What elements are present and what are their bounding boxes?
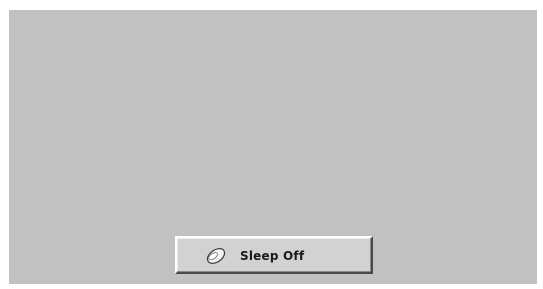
sleep-off-label: Sleep Off <box>240 249 305 263</box>
sleep-off-button[interactable]: Sleep Off <box>175 236 373 274</box>
moon-icon <box>205 245 227 267</box>
tv-screen-area: Sleep Off <box>9 10 537 284</box>
